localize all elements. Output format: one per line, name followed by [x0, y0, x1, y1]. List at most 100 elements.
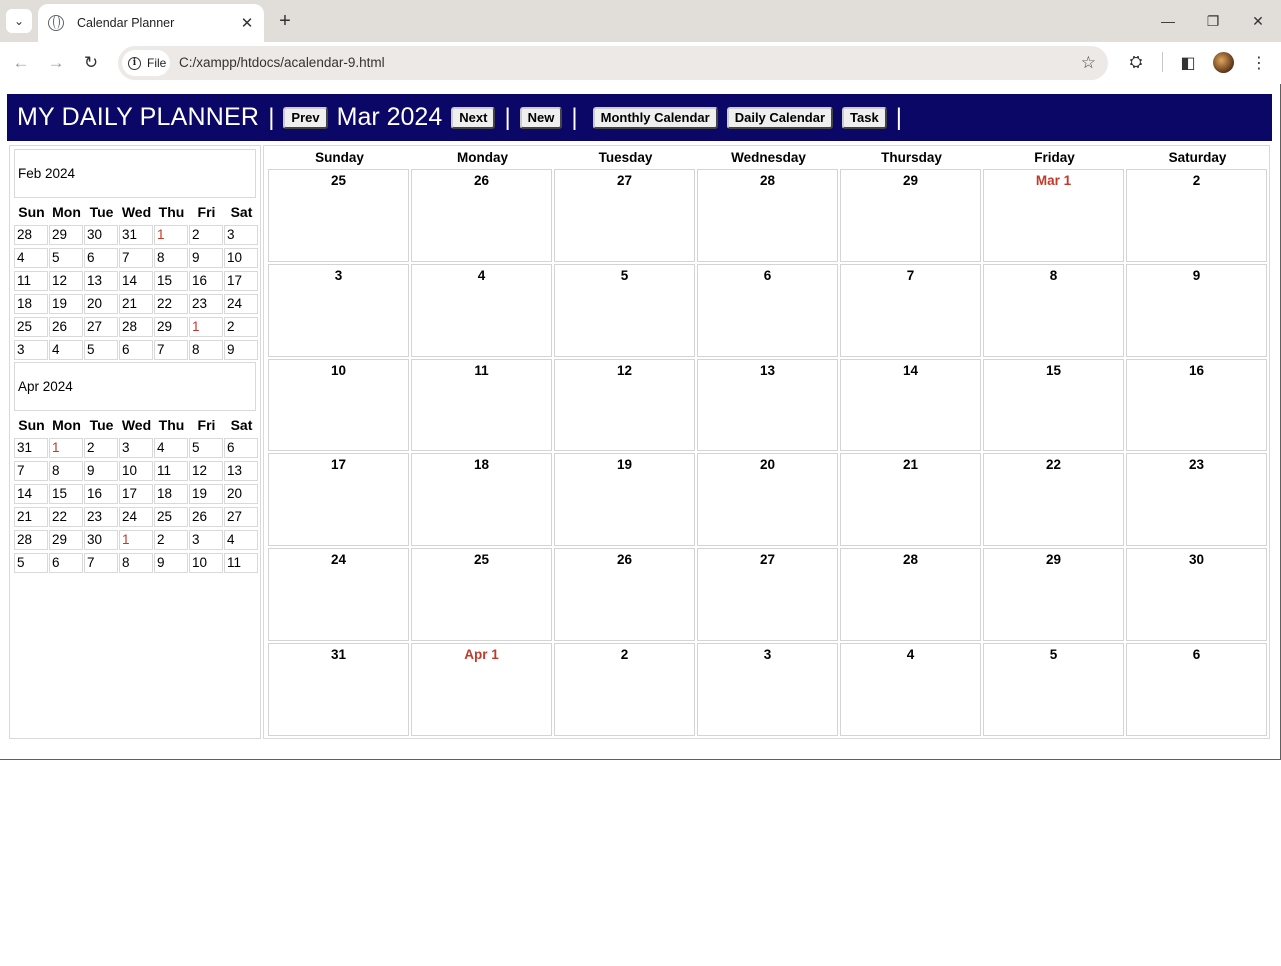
mini-day-cell[interactable]: 6 [119, 339, 153, 360]
side-panel-icon[interactable]: ◧ [1177, 52, 1199, 74]
day-cell[interactable]: 5 [554, 263, 695, 357]
mini-day-cell[interactable]: 13 [84, 270, 118, 291]
mini-day-cell[interactable]: 6 [49, 552, 83, 573]
mini-day-cell[interactable]: 28 [14, 529, 48, 550]
day-cell[interactable]: 7 [840, 263, 981, 357]
mini-day-cell[interactable]: 31 [14, 437, 48, 458]
mini-day-cell[interactable]: 8 [154, 247, 188, 268]
mini-day-cell[interactable]: 1 [49, 437, 83, 458]
day-cell[interactable]: 27 [697, 548, 838, 641]
mini-day-cell[interactable]: 15 [154, 270, 188, 291]
mini-day-cell[interactable]: 28 [14, 224, 48, 245]
day-cell[interactable]: 23 [1126, 453, 1267, 547]
day-cell[interactable]: 30 [1126, 548, 1267, 641]
mini-day-cell[interactable]: 27 [224, 506, 258, 527]
bookmark-star-icon[interactable]: ☆ [1081, 53, 1096, 73]
mini-day-cell[interactable]: 10 [189, 552, 223, 573]
mini-day-cell[interactable]: 12 [49, 270, 83, 291]
monthly-calendar-button[interactable]: Monthly Calendar [592, 106, 718, 129]
new-tab-icon[interactable]: + [272, 9, 298, 33]
mini-day-cell[interactable]: 5 [14, 552, 48, 573]
mini-day-cell[interactable]: 4 [154, 437, 188, 458]
mini-day-cell[interactable]: 4 [49, 339, 83, 360]
day-cell[interactable]: 3 [268, 263, 409, 357]
mini-day-cell[interactable]: 29 [154, 316, 188, 337]
mini-day-cell[interactable]: 18 [14, 293, 48, 314]
day-cell[interactable]: 29 [983, 548, 1124, 641]
mini-day-cell[interactable]: 18 [154, 483, 188, 504]
day-cell[interactable]: 22 [983, 453, 1124, 547]
new-button[interactable]: New [519, 106, 563, 129]
day-cell[interactable]: 20 [697, 453, 838, 547]
mini-day-cell[interactable]: 26 [189, 506, 223, 527]
mini-day-cell[interactable]: 29 [49, 529, 83, 550]
restore-icon[interactable]: ❐ [1191, 8, 1235, 34]
day-cell[interactable]: 18 [411, 453, 552, 547]
day-cell[interactable]: 8 [983, 263, 1124, 357]
mini-day-cell[interactable]: 23 [84, 506, 118, 527]
mini-day-cell[interactable]: 19 [189, 483, 223, 504]
day-cell[interactable]: 5 [983, 642, 1124, 736]
mini-day-cell[interactable]: 1 [154, 224, 188, 245]
day-cell[interactable]: 14 [840, 358, 981, 452]
mini-day-cell[interactable]: 17 [224, 270, 258, 291]
mini-day-cell[interactable]: 9 [154, 552, 188, 573]
mini-day-cell[interactable]: 5 [84, 339, 118, 360]
mini-day-cell[interactable]: 29 [49, 224, 83, 245]
mini-day-cell[interactable]: 13 [224, 460, 258, 481]
mini-day-cell[interactable]: 7 [119, 247, 153, 268]
task-button[interactable]: Task [842, 106, 887, 129]
mini-day-cell[interactable]: 8 [189, 339, 223, 360]
mini-day-cell[interactable]: 6 [84, 247, 118, 268]
mini-day-cell[interactable]: 21 [119, 293, 153, 314]
mini-day-cell[interactable]: 3 [189, 529, 223, 550]
mini-day-cell[interactable]: 8 [119, 552, 153, 573]
mini-day-cell[interactable]: 10 [119, 460, 153, 481]
mini-day-cell[interactable]: 31 [119, 224, 153, 245]
day-cell[interactable]: 2 [1126, 169, 1267, 262]
mini-day-cell[interactable]: 2 [84, 437, 118, 458]
mini-day-cell[interactable]: 10 [224, 247, 258, 268]
day-cell[interactable]: 3 [697, 642, 838, 736]
day-cell[interactable]: 26 [411, 169, 552, 262]
mini-day-cell[interactable]: 20 [224, 483, 258, 504]
day-cell[interactable]: 26 [554, 548, 695, 641]
mini-day-cell[interactable]: 9 [224, 339, 258, 360]
mini-day-cell[interactable]: 9 [84, 460, 118, 481]
day-cell[interactable]: Apr 1 [411, 642, 552, 736]
address-bar[interactable]: i File C:/xampp/htdocs/acalendar-9.html … [118, 46, 1108, 80]
prev-button[interactable]: Prev [283, 106, 328, 129]
mini-day-cell[interactable]: 7 [84, 552, 118, 573]
day-cell[interactable]: 24 [268, 548, 409, 641]
browser-tab[interactable]: Calendar Planner ✕ [38, 4, 264, 42]
day-cell[interactable]: 28 [840, 548, 981, 641]
mini-day-cell[interactable]: 15 [49, 483, 83, 504]
extensions-icon[interactable]: ⛭ [1125, 52, 1147, 74]
reload-icon[interactable]: ↻ [79, 51, 103, 75]
back-arrow-icon[interactable]: ← [9, 51, 33, 75]
mini-day-cell[interactable]: 23 [189, 293, 223, 314]
mini-day-cell[interactable]: 17 [119, 483, 153, 504]
mini-day-cell[interactable]: 4 [14, 247, 48, 268]
tab-close-icon[interactable]: ✕ [238, 14, 256, 32]
mini-day-cell[interactable]: 2 [224, 316, 258, 337]
tab-search-chevron-icon[interactable]: ⌄ [6, 9, 32, 33]
url-text[interactable]: C:/xampp/htdocs/acalendar-9.html [179, 55, 385, 70]
mini-day-cell[interactable]: 3 [119, 437, 153, 458]
mini-day-cell[interactable]: 7 [154, 339, 188, 360]
day-cell[interactable]: 6 [1126, 642, 1267, 736]
mini-day-cell[interactable]: 11 [14, 270, 48, 291]
mini-day-cell[interactable]: 26 [49, 316, 83, 337]
profile-avatar[interactable] [1213, 52, 1234, 73]
mini-day-cell[interactable]: 25 [154, 506, 188, 527]
mini-day-cell[interactable]: 24 [224, 293, 258, 314]
mini-day-cell[interactable]: 21 [14, 506, 48, 527]
day-cell[interactable]: Mar 1 [983, 169, 1124, 262]
day-cell[interactable]: 25 [268, 169, 409, 262]
mini-day-cell[interactable]: 16 [84, 483, 118, 504]
day-cell[interactable]: 6 [697, 263, 838, 357]
mini-day-cell[interactable]: 2 [154, 529, 188, 550]
mini-day-cell[interactable]: 14 [14, 483, 48, 504]
day-cell[interactable]: 11 [411, 358, 552, 452]
mini-day-cell[interactable]: 9 [189, 247, 223, 268]
